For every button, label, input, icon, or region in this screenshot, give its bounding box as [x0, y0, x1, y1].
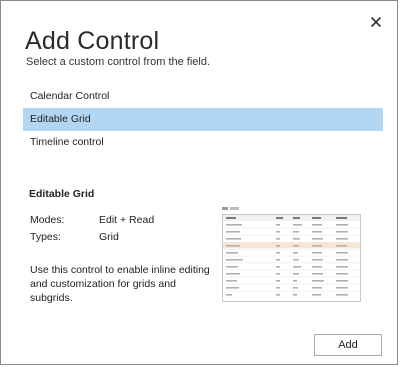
control-item-timeline[interactable]: Timeline control — [23, 131, 383, 154]
modes-label: Modes: — [30, 214, 65, 226]
dialog-title: Add Control — [25, 27, 160, 55]
control-item-editable-grid[interactable]: Editable Grid — [23, 108, 383, 131]
control-description: Use this control to enable inline editin… — [30, 264, 210, 304]
types-value: Grid — [99, 231, 119, 243]
control-item-label: Calendar Control — [30, 90, 110, 102]
control-item-label: Timeline control — [30, 136, 104, 148]
dialog-subtitle: Select a custom control from the field. — [26, 56, 211, 68]
control-item-calendar[interactable]: Calendar Control — [23, 85, 383, 108]
modes-value: Edit + Read — [99, 214, 155, 226]
close-button[interactable] — [368, 14, 384, 30]
editable-grid-preview-image — [220, 204, 364, 304]
add-control-dialog: Add Control Select a custom control from… — [0, 0, 398, 365]
close-icon — [370, 16, 382, 28]
control-list: Calendar Control Editable Grid Timeline … — [23, 85, 383, 154]
details-title: Editable Grid — [29, 188, 95, 200]
control-item-label: Editable Grid — [30, 113, 91, 125]
add-button[interactable]: Add — [314, 334, 382, 356]
types-label: Types: — [30, 231, 61, 243]
